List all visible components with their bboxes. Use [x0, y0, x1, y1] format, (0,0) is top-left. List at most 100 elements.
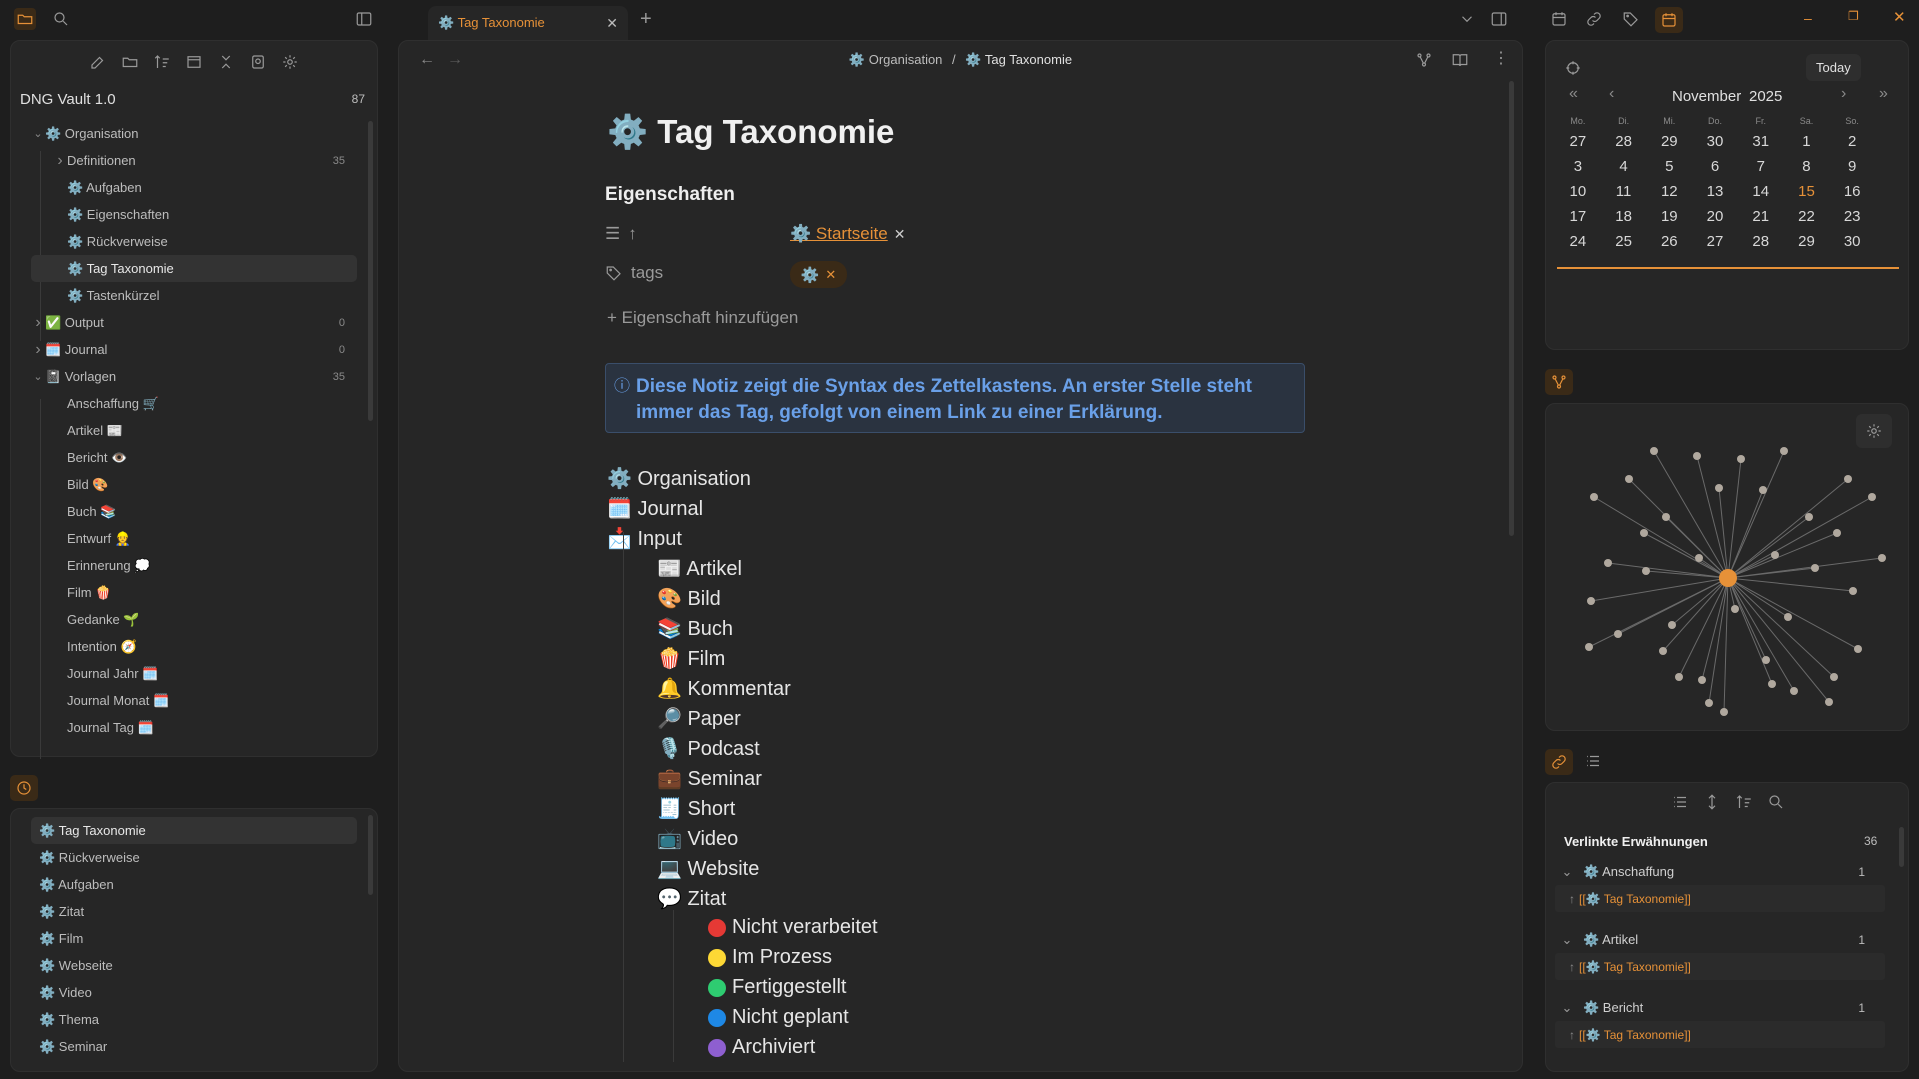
calendar-day[interactable]: 17: [1555, 208, 1601, 225]
calendar-day[interactable]: 28: [1601, 133, 1647, 150]
tree-item[interactable]: Film 🍿: [31, 579, 357, 606]
reading-view-icon[interactable]: [1451, 51, 1469, 69]
list-item-text[interactable]: 🧾 Short: [657, 796, 735, 821]
list-item-text[interactable]: 📺 Video: [657, 826, 738, 851]
calendar-day[interactable]: 9: [1829, 158, 1875, 175]
remove-icon[interactable]: ✕: [894, 226, 906, 243]
scrollbar[interactable]: [368, 121, 373, 421]
list-item-text[interactable]: 🔎 Paper: [657, 706, 741, 731]
graph-node[interactable]: [1693, 452, 1701, 460]
tree-item[interactable]: Journal Tag 🗓️: [31, 714, 357, 741]
calendar-day[interactable]: 23: [1829, 208, 1875, 225]
graph-node[interactable]: [1854, 645, 1862, 653]
sort-icon[interactable]: [1735, 793, 1753, 811]
graph-node[interactable]: [1833, 529, 1841, 537]
backlink-reference[interactable]: ↑ [[⚙️ Tag Taxonomie]]: [1555, 885, 1885, 912]
breadcrumb-parent[interactable]: ⚙️ Organisation: [849, 52, 943, 67]
remove-icon[interactable]: ✕: [825, 267, 836, 283]
graph-node[interactable]: [1830, 673, 1838, 681]
graph-node[interactable]: [1640, 529, 1648, 537]
graph-node[interactable]: [1604, 559, 1612, 567]
calendar-day[interactable]: 1: [1784, 133, 1830, 150]
calendar-day[interactable]: 24: [1555, 233, 1601, 250]
add-property-button[interactable]: + Eigenschaft hinzufügen: [607, 308, 798, 328]
graph-settings-icon[interactable]: [1856, 414, 1892, 448]
graph-canvas[interactable]: [1546, 404, 1909, 731]
graph-node[interactable]: [1731, 605, 1739, 613]
graph-node[interactable]: [1585, 643, 1593, 651]
graph-node[interactable]: [1737, 455, 1745, 463]
status-item-text[interactable]: Im Prozess: [732, 946, 832, 969]
property-tags[interactable]: tags: [605, 263, 663, 283]
calendar-active-icon[interactable]: [1655, 7, 1683, 33]
collapse-icon[interactable]: [217, 53, 235, 71]
tree-item[interactable]: ⚙️ Eigenschaften: [31, 201, 357, 228]
calendar-day[interactable]: 4: [1601, 158, 1647, 175]
property-link[interactable]: ⚙️ Startseite: [790, 224, 888, 244]
graph-view-icon[interactable]: [1545, 369, 1573, 395]
clock-icon[interactable]: [10, 775, 38, 801]
scrollbar[interactable]: [368, 815, 373, 895]
more-options-icon[interactable]: ⋮: [1493, 48, 1509, 68]
tree-item[interactable]: › Definitionen 35: [31, 147, 357, 174]
recent-item[interactable]: ⚙️ Rückverweise: [31, 844, 357, 871]
status-item-text[interactable]: Archiviert: [732, 1036, 815, 1059]
new-tab-icon[interactable]: +: [640, 8, 652, 31]
recent-item[interactable]: ⚙️ Thema: [31, 1006, 357, 1033]
chevron-down-icon[interactable]: ⌄: [31, 370, 45, 383]
close-icon[interactable]: ✕: [606, 15, 618, 32]
list-item-text[interactable]: 📚 Buch: [657, 616, 733, 641]
local-graph-panel[interactable]: [1545, 403, 1909, 731]
vault-name[interactable]: DNG Vault 1.0: [20, 91, 116, 108]
calendar-day[interactable]: 15: [1784, 183, 1830, 200]
graph-node[interactable]: [1659, 647, 1667, 655]
chevron-down-icon[interactable]: ⌄: [1557, 864, 1577, 880]
list-item-text[interactable]: 💬 Zitat: [657, 886, 726, 911]
new-note-icon[interactable]: [89, 53, 107, 71]
search-icon[interactable]: [52, 10, 70, 28]
sidebar-toggle-icon[interactable]: [355, 10, 373, 28]
calendar-day[interactable]: 20: [1692, 208, 1738, 225]
tree-item[interactable]: Erinnerung 💭: [31, 552, 357, 579]
backlink-group[interactable]: ⌄ ⚙️ Anschaffung 1: [1547, 858, 1885, 885]
calendar-day[interactable]: 5: [1646, 158, 1692, 175]
next-year-icon[interactable]: »: [1879, 85, 1888, 103]
calendar-day[interactable]: 3: [1555, 158, 1601, 175]
tags-icon[interactable]: [1622, 10, 1640, 28]
graph-icon[interactable]: [1415, 51, 1433, 69]
graph-node[interactable]: [1762, 656, 1770, 664]
backlink-group[interactable]: ⌄ ⚙️ Bericht 1: [1547, 994, 1885, 1021]
chevron-down-icon[interactable]: ⌄: [31, 127, 45, 140]
graph-node[interactable]: [1780, 447, 1788, 455]
graph-node[interactable]: [1587, 597, 1595, 605]
crosshair-icon[interactable]: [1564, 59, 1582, 77]
chevron-right-icon[interactable]: ›: [31, 341, 45, 359]
calendar-day[interactable]: 29: [1784, 233, 1830, 250]
graph-node[interactable]: [1868, 493, 1876, 501]
minimize-icon[interactable]: –: [1804, 10, 1812, 26]
tree-item[interactable]: Anschaffung 🛒: [31, 390, 357, 417]
backlink-text[interactable]: [[⚙️ Tag Taxonomie]]: [1579, 960, 1691, 974]
calendar-day[interactable]: 27: [1692, 233, 1738, 250]
calendar-day[interactable]: 30: [1692, 133, 1738, 150]
calendar-icon[interactable]: [1550, 10, 1568, 28]
chevron-right-icon[interactable]: ›: [31, 314, 45, 332]
graph-node[interactable]: [1668, 621, 1676, 629]
list-item-text[interactable]: 🎙️ Podcast: [657, 736, 760, 761]
list-item-text[interactable]: 🗓️ Journal: [607, 496, 703, 521]
list-item-text[interactable]: ⚙️ Organisation: [607, 466, 751, 491]
calendar-day[interactable]: 29: [1646, 133, 1692, 150]
calendar-day[interactable]: 11: [1601, 183, 1647, 200]
graph-node[interactable]: [1825, 698, 1833, 706]
graph-node[interactable]: [1695, 554, 1703, 562]
status-item-text[interactable]: Fertiggestellt: [732, 976, 847, 999]
tree-item[interactable]: Artikel 📰: [31, 417, 357, 444]
calendar-day[interactable]: 13: [1692, 183, 1738, 200]
recent-item[interactable]: ⚙️ Aufgaben: [31, 871, 357, 898]
tree-item[interactable]: ⚙️ Rückverweise: [31, 228, 357, 255]
graph-node[interactable]: [1844, 475, 1852, 483]
tree-item[interactable]: Journal Jahr 🗓️: [31, 660, 357, 687]
restore-icon[interactable]: ❐: [1848, 9, 1859, 23]
next-month-icon[interactable]: ›: [1841, 85, 1846, 103]
scrollbar[interactable]: [1899, 827, 1904, 867]
